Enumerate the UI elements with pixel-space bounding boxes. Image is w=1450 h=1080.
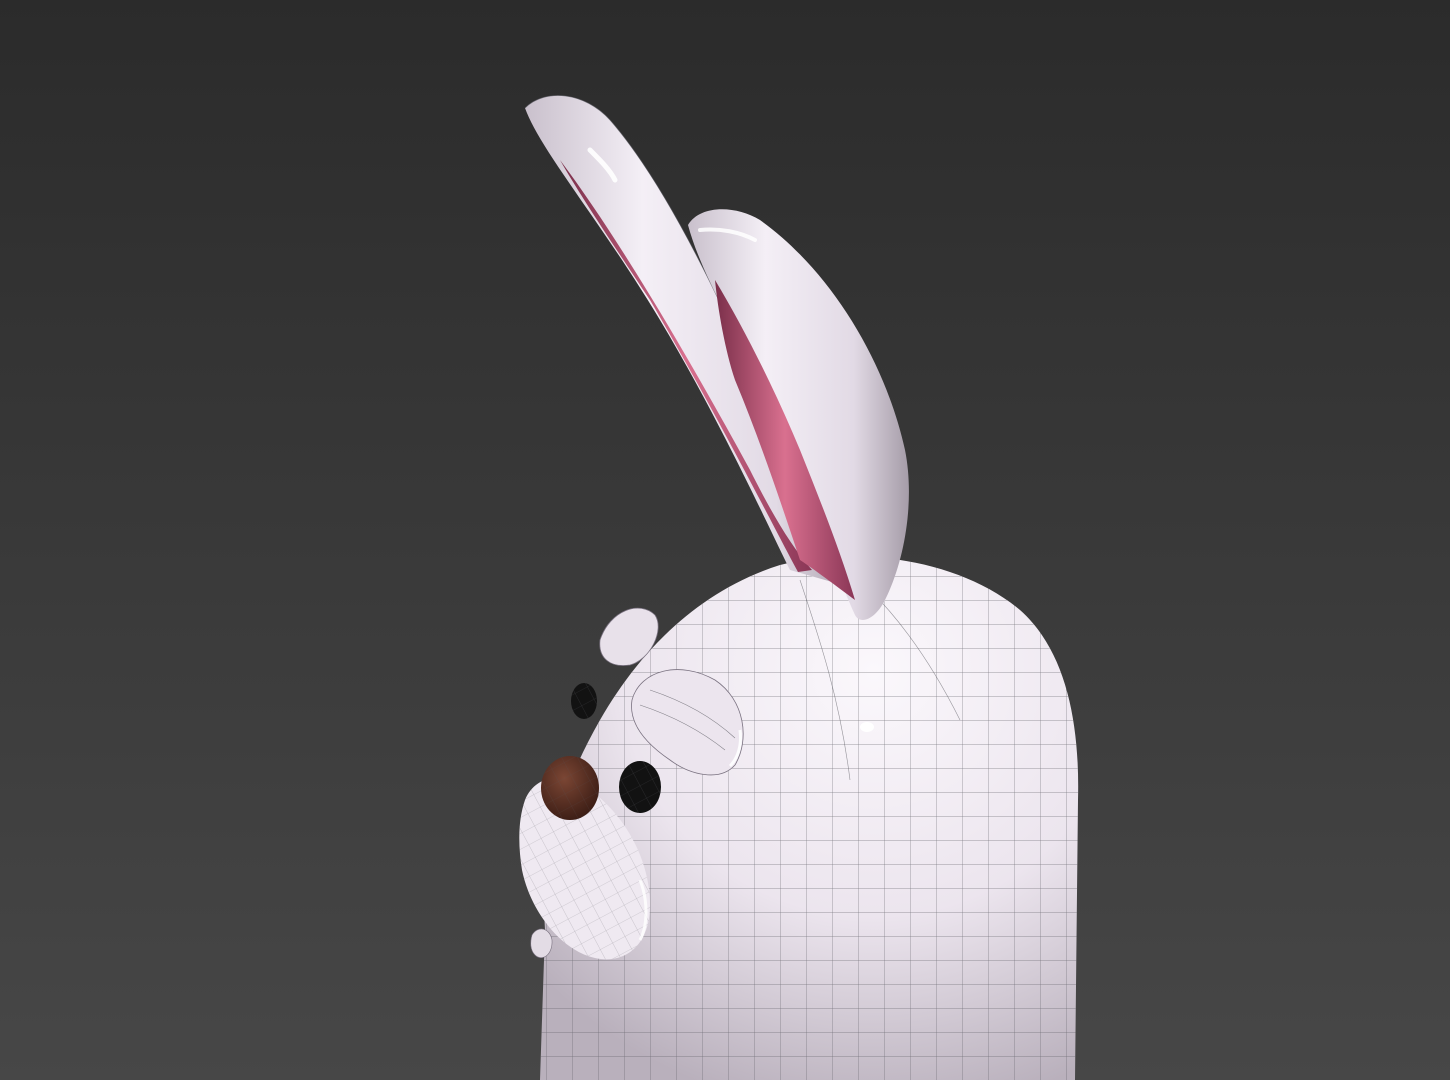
nose[interactable]: [541, 756, 599, 820]
viewport-scene[interactable]: [0, 0, 1450, 1080]
eye-right[interactable]: [619, 761, 661, 813]
specular-highlight: [860, 722, 874, 732]
eye-left[interactable]: [571, 683, 597, 719]
3d-viewport[interactable]: [0, 0, 1450, 1080]
chin[interactable]: [530, 928, 553, 959]
